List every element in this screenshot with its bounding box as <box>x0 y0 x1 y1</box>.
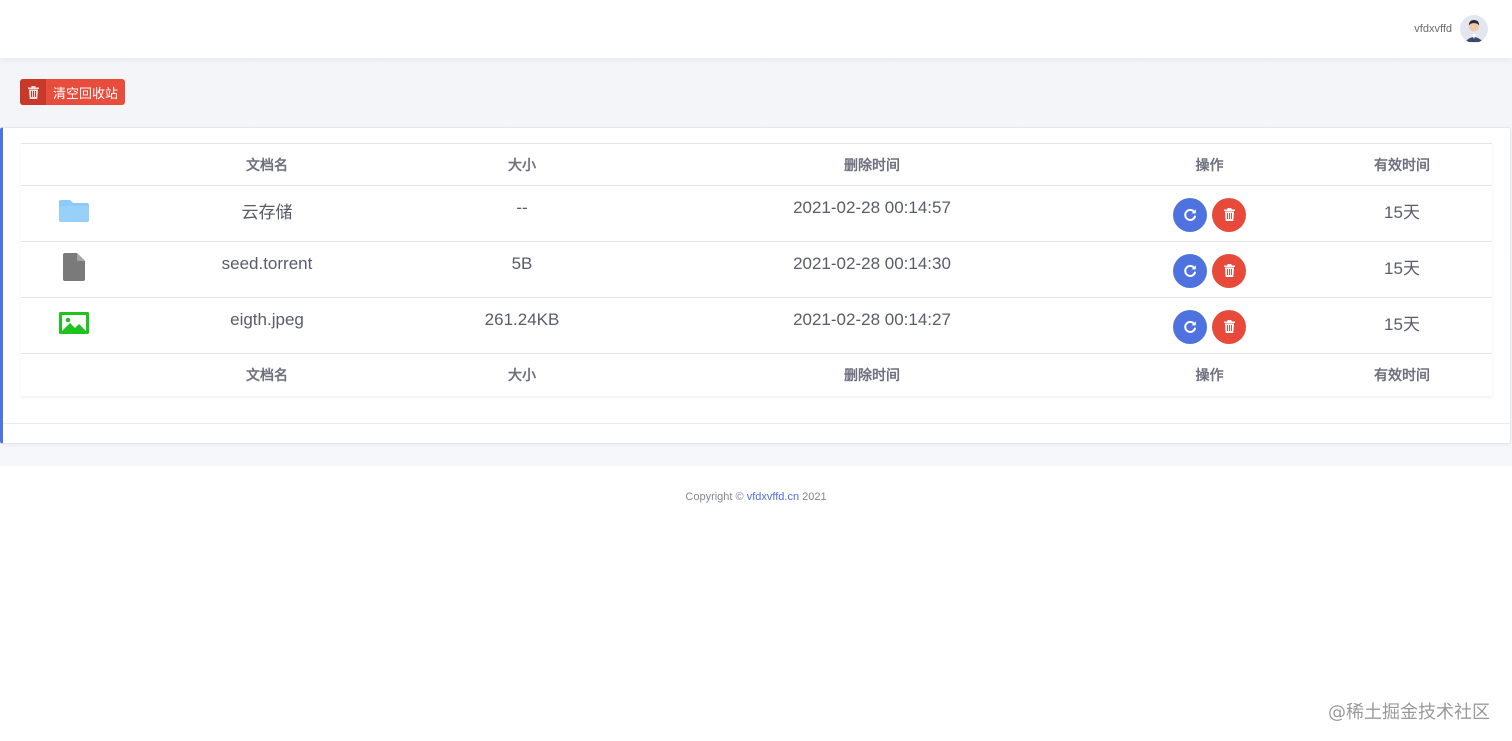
column-header-icon <box>21 143 127 186</box>
file-size: -- <box>407 185 637 242</box>
avatar[interactable] <box>1460 15 1488 43</box>
valid-time: 15天 <box>1312 297 1492 354</box>
file-name: 云存储 <box>127 185 407 242</box>
delete-forever-button[interactable] <box>1212 309 1246 344</box>
row-icon-cell <box>21 185 127 242</box>
table-row: seed.torrent 5B 2021-02-28 00:14:30 15天 <box>21 241 1492 298</box>
valid-time: 15天 <box>1312 185 1492 242</box>
refresh-icon <box>1184 264 1196 277</box>
delete-forever-button[interactable] <box>1212 253 1246 288</box>
column-header-actions: 操作 <box>1107 143 1312 186</box>
column-header-size[interactable]: 大小 <box>407 143 637 186</box>
column-footer-actions: 操作 <box>1107 353 1312 396</box>
column-footer-deleted-time: 删除时间 <box>637 353 1107 396</box>
site-link[interactable]: vfdxvffd.cn <box>747 491 799 503</box>
column-header-valid-time[interactable]: 有效时间 <box>1312 143 1492 186</box>
card-divider <box>3 423 1510 424</box>
refresh-icon <box>1184 208 1196 221</box>
file-icon <box>63 253 85 281</box>
actions-cell <box>1107 297 1312 354</box>
row-icon-cell <box>21 297 127 354</box>
column-header-name[interactable]: 文档名 <box>127 143 407 186</box>
copyright-footer: Copyright © vfdxvffd.cn 2021 <box>0 491 1512 503</box>
file-size: 5B <box>407 241 637 298</box>
copyright-prefix: Copyright © <box>685 491 747 503</box>
avatar-icon <box>1460 15 1488 43</box>
valid-time: 15天 <box>1312 241 1492 298</box>
image-icon <box>59 312 89 334</box>
copyright-year: 2021 <box>799 491 827 503</box>
deleted-time: 2021-02-28 00:14:57 <box>637 185 1107 242</box>
column-footer-name: 文档名 <box>127 353 407 396</box>
restore-button[interactable] <box>1173 309 1207 344</box>
username: vfdxvffd <box>1414 23 1452 35</box>
restore-button[interactable] <box>1173 253 1207 288</box>
deleted-time: 2021-02-28 00:14:30 <box>637 241 1107 298</box>
column-footer-icon <box>21 353 127 396</box>
clear-recycle-bin-button[interactable]: 清空回收站 <box>20 79 126 105</box>
file-size: 261.24KB <box>407 297 637 354</box>
actions-cell <box>1107 185 1312 242</box>
column-header-deleted-time[interactable]: 删除时间 <box>637 143 1107 186</box>
folder-icon <box>59 200 89 222</box>
trash-icon <box>20 79 46 105</box>
user-dropdown[interactable]: vfdxvffd <box>1414 14 1488 44</box>
top-navbar: vfdxvffd <box>0 0 1512 58</box>
file-name: eigth.jpeg <box>127 297 407 354</box>
trash-icon <box>1223 208 1235 221</box>
trash-icon <box>1223 264 1235 277</box>
column-footer-valid-time: 有效时间 <box>1312 353 1492 396</box>
table-row: 云存储 -- 2021-02-28 00:14:57 15天 <box>21 185 1492 242</box>
refresh-icon <box>1184 320 1196 333</box>
recycle-bin-card: 文档名 大小 删除时间 操作 有效时间 云存储 -- 2021-02-28 00… <box>0 127 1511 444</box>
clear-recycle-bin-label: 清空回收站 <box>53 85 119 101</box>
column-footer-size: 大小 <box>407 353 637 396</box>
table-row: eigth.jpeg 261.24KB 2021-02-28 00:14:27 <box>21 297 1492 354</box>
trash-icon <box>1223 320 1235 333</box>
table-footer-row: 文档名 大小 删除时间 操作 有效时间 <box>21 353 1492 396</box>
watermark-text: @稀土掘金技术社区 <box>1328 702 1490 723</box>
actions-cell <box>1107 241 1312 298</box>
row-icon-cell <box>21 241 127 298</box>
recycle-bin-table: 文档名 大小 删除时间 操作 有效时间 云存储 -- 2021-02-28 00… <box>21 143 1492 396</box>
deleted-time: 2021-02-28 00:14:27 <box>637 297 1107 354</box>
restore-button[interactable] <box>1173 197 1207 232</box>
delete-forever-button[interactable] <box>1212 197 1246 232</box>
table-header-row: 文档名 大小 删除时间 操作 有效时间 <box>21 143 1492 186</box>
file-name: seed.torrent <box>127 241 407 298</box>
